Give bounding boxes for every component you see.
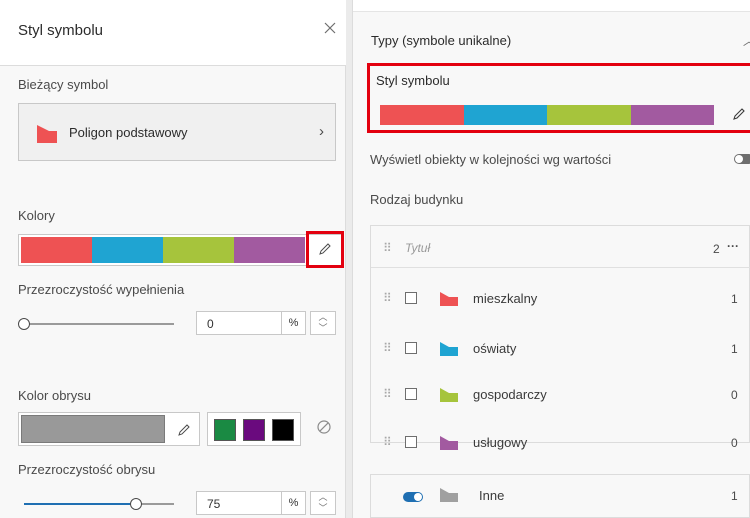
- outline-transparency-input[interactable]: 75 %: [196, 491, 306, 515]
- edit-outline-color-button[interactable]: [177, 423, 191, 442]
- drag-handle-icon[interactable]: ⠿: [383, 341, 392, 355]
- ramp-green: [547, 105, 631, 125]
- fill-transparency-value: 0: [207, 317, 214, 331]
- symbol-style-highlight: Styl symbolu: [367, 63, 750, 133]
- fill-transparency-label: Przezroczystość wypełnienia: [18, 282, 185, 297]
- types-section-title: Typy (symbole unikalne): [371, 33, 512, 48]
- preset-black-swatch[interactable]: [272, 419, 294, 441]
- category-label: oświaty: [473, 341, 517, 356]
- category-count: 1: [731, 342, 738, 356]
- colors-label: Kolory: [18, 208, 55, 223]
- ramp-blue: [92, 237, 163, 263]
- category-checkbox[interactable]: [405, 436, 417, 448]
- step-up-icon: ︿: [318, 312, 328, 322]
- outline-color-presets: [207, 412, 301, 446]
- step-up-icon: ︿: [318, 492, 328, 502]
- more-options-icon[interactable]: ···: [727, 239, 739, 253]
- fill-transparency-input[interactable]: 0 %: [196, 311, 306, 335]
- drag-handle-icon[interactable]: ⠿: [383, 387, 392, 401]
- color-ramp: [21, 237, 305, 263]
- preset-green-swatch[interactable]: [214, 419, 236, 441]
- step-down-icon: ﹀: [318, 323, 328, 333]
- group-count: 2: [713, 242, 720, 256]
- color-ramp-field[interactable]: [18, 234, 342, 266]
- ramp-red: [21, 237, 92, 263]
- fill-slider-thumb[interactable]: [18, 318, 30, 330]
- no-color-icon: [317, 420, 331, 434]
- preset-purple-swatch[interactable]: [243, 419, 265, 441]
- symbol-style-panel: Styl symbolu Bieżący symbol Poligon pods…: [0, 0, 346, 518]
- other-category-label: Inne: [479, 488, 505, 503]
- category-checkbox[interactable]: [405, 292, 417, 304]
- other-category-count: 1: [731, 489, 738, 503]
- ramp-purple: [630, 105, 714, 125]
- fill-transparency-stepper[interactable]: ︿ ﹀: [310, 311, 336, 335]
- category-label: gospodarczy: [473, 387, 547, 402]
- symbol-name: Poligon podstawowy: [69, 125, 188, 140]
- polygon-swatch-icon: [440, 488, 458, 502]
- category-checkbox[interactable]: [405, 388, 417, 400]
- outline-color-label: Kolor obrysu: [18, 388, 91, 403]
- ramp-blue: [463, 105, 547, 125]
- drag-handle-icon[interactable]: ⠿: [383, 241, 392, 255]
- panel-title: Styl symbolu: [18, 22, 104, 39]
- outline-slider-thumb[interactable]: [130, 498, 142, 510]
- chevron-right-icon: ›: [319, 123, 324, 140]
- polygon-swatch-icon: [440, 342, 458, 356]
- polygon-swatch-icon: [440, 292, 458, 306]
- ramp-green: [163, 237, 234, 263]
- top-strip: [353, 0, 750, 12]
- category-checkbox[interactable]: [405, 342, 417, 354]
- category-list: ⠿ Tytuł 2 ··· ⠿ mieszkalny 1 ⠿ oświaty 1…: [370, 225, 750, 450]
- types-section-header[interactable]: Typy (symbole unikalne) ︿: [363, 26, 750, 56]
- polygon-swatch-icon: [440, 436, 458, 450]
- drag-handle-icon[interactable]: ⠿: [383, 435, 392, 449]
- category-count: 0: [731, 436, 738, 450]
- close-button[interactable]: [322, 22, 338, 38]
- fill-transparency-slider[interactable]: [24, 323, 174, 325]
- other-category-row: Inne 1: [370, 474, 750, 518]
- field-label: Rodzaj budynku: [370, 192, 464, 207]
- category-count: 1: [731, 292, 738, 306]
- percent-unit: %: [281, 492, 305, 514]
- toggle-knob: [414, 493, 422, 501]
- pencil-icon: [319, 243, 331, 255]
- symbol-style-ramp[interactable]: [380, 105, 714, 125]
- category-label: mieszkalny: [473, 291, 538, 306]
- outline-slider-fill: [24, 503, 136, 505]
- order-by-value-toggle[interactable]: [734, 154, 750, 164]
- chevron-up-icon[interactable]: ︿: [743, 32, 750, 49]
- drag-handle-icon[interactable]: ⠿: [383, 291, 392, 305]
- polygon-swatch-icon: [37, 125, 57, 143]
- symbol-style-label: Styl symbolu: [376, 73, 450, 88]
- symbol-style-screen: Styl symbolu Bieżący symbol Poligon pods…: [0, 0, 750, 518]
- step-down-icon: ﹀: [318, 503, 328, 513]
- other-category-toggle[interactable]: [403, 492, 423, 502]
- outline-color-swatch: [21, 415, 165, 443]
- ramp-purple: [234, 237, 305, 263]
- current-symbol-label: Bieżący symbol: [18, 77, 109, 92]
- outline-transparency-label: Przezroczystość obrysu: [18, 462, 156, 477]
- outline-color-field[interactable]: [18, 412, 200, 446]
- current-symbol-button[interactable]: Poligon podstawowy ›: [18, 103, 336, 161]
- percent-unit: %: [281, 312, 305, 334]
- ramp-red: [380, 105, 464, 125]
- group-title-placeholder[interactable]: Tytuł: [405, 241, 430, 255]
- edit-style-button[interactable]: [732, 107, 746, 126]
- outline-transparency-value: 75: [207, 497, 221, 511]
- toggle-knob: [735, 155, 743, 163]
- edit-colors-button[interactable]: [318, 242, 332, 261]
- category-label: usługowy: [473, 435, 528, 450]
- pencil-icon: [178, 424, 190, 436]
- category-list-header: ⠿ Tytuł 2 ···: [371, 226, 750, 268]
- polygon-swatch-icon: [440, 388, 458, 402]
- category-count: 0: [731, 388, 738, 402]
- outline-transparency-stepper[interactable]: ︿ ﹀: [310, 491, 336, 515]
- order-by-value-label: Wyświetl obiekty w kolejności wg wartośc…: [370, 152, 612, 167]
- no-color-button[interactable]: [316, 419, 332, 435]
- pencil-icon: [733, 108, 745, 120]
- close-icon: [324, 22, 336, 34]
- panel-header: Styl symbolu: [0, 0, 346, 66]
